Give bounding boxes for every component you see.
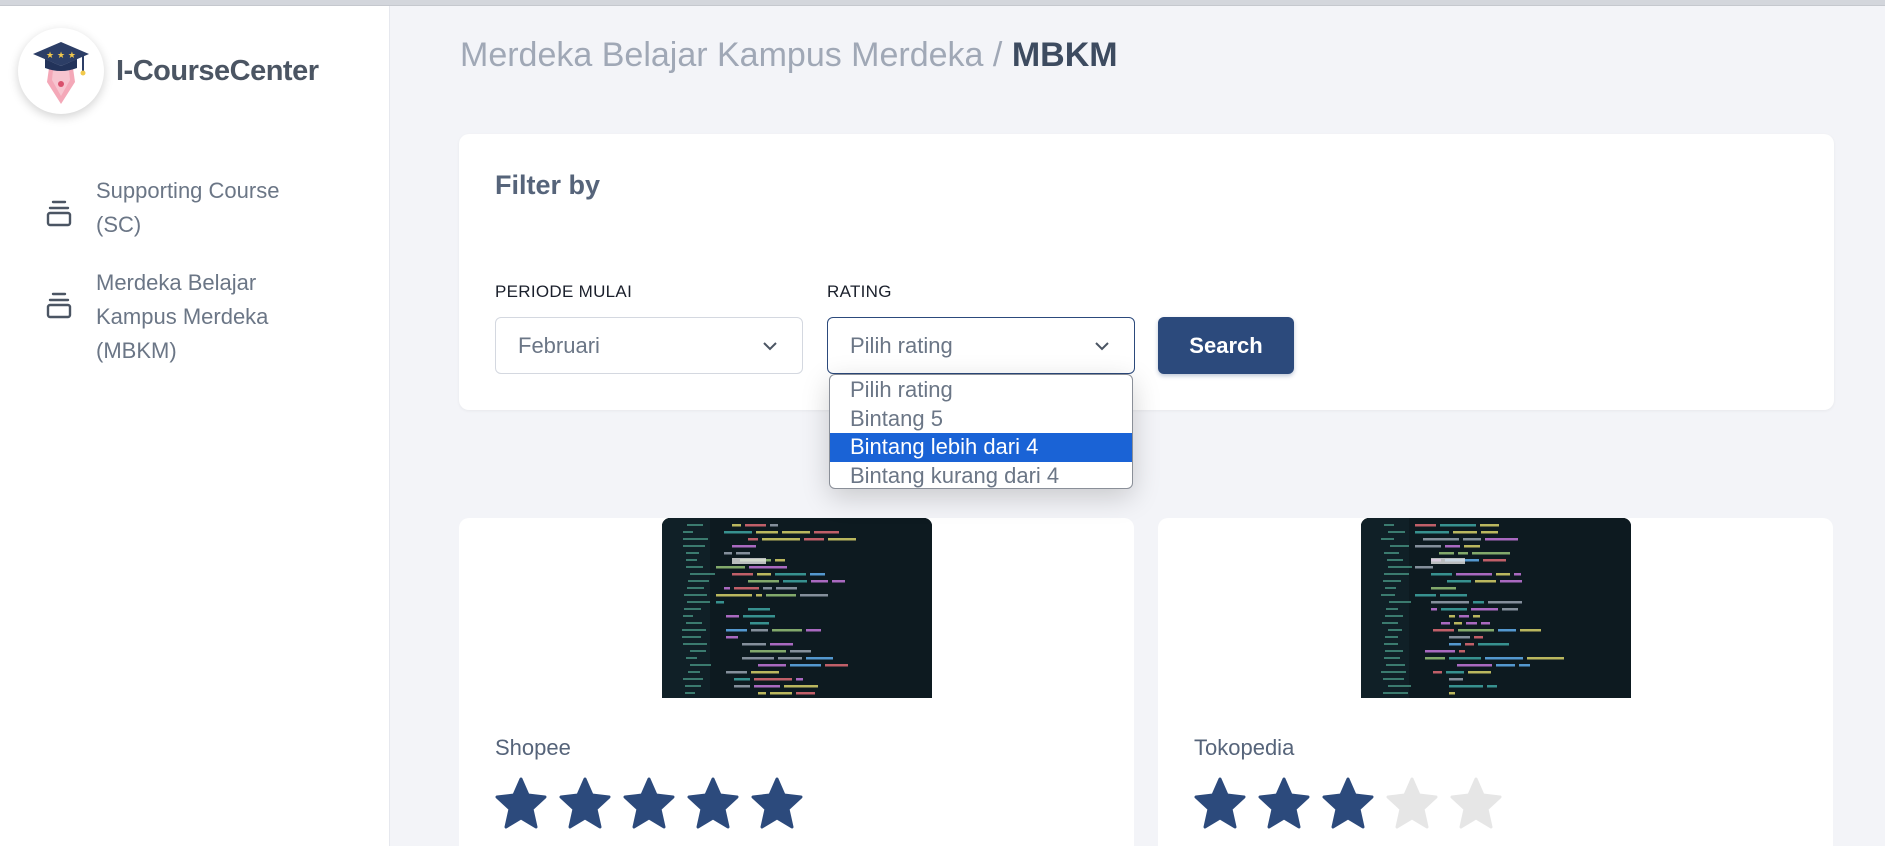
- rating-option[interactable]: Bintang 5: [830, 405, 1132, 434]
- code-screenshot-image: [1361, 518, 1631, 698]
- filter-title: Filter by: [495, 170, 601, 200]
- rating-option[interactable]: Bintang lebih dari 4: [830, 433, 1132, 462]
- star-rating: [493, 776, 813, 832]
- course-thumbnail: [662, 518, 932, 698]
- star-filled-icon: [1194, 777, 1246, 829]
- breadcrumb: Merdeka Belajar Kampus Merdeka / MBKM: [460, 36, 1118, 75]
- rating-label: RATING: [827, 282, 892, 301]
- sidebar-item-mbkm[interactable]: Merdeka Belajar Kampus Merdeka (MBKM): [44, 266, 374, 368]
- course-name: Tokopedia: [1194, 735, 1295, 760]
- sidebar-nav: Supporting Course (SC) Merdeka Belajar K…: [44, 174, 374, 392]
- sidebar-item-label: Supporting Course (SC): [96, 178, 280, 237]
- brand-name: I-CourseCenter: [116, 54, 319, 87]
- periode-select[interactable]: Februari: [495, 317, 803, 374]
- filter-card: Filter by PERIODE MULAI Februari RATING …: [459, 134, 1834, 410]
- star-empty-icon: [1386, 777, 1438, 829]
- brand-logo-link[interactable]: ★ ★ ★ I-CourseCenter: [18, 28, 319, 114]
- sidebar-item-label: Merdeka Belajar Kampus Merdeka (MBKM): [96, 270, 269, 363]
- rating-option[interactable]: Pilih rating: [830, 376, 1132, 405]
- star-filled-icon: [1258, 777, 1310, 829]
- course-card[interactable]: Tokopedia: [1158, 518, 1833, 846]
- stack-icon: [46, 292, 72, 319]
- course-card[interactable]: Shopee: [459, 518, 1134, 846]
- code-screenshot-image: [662, 518, 932, 698]
- svg-text:★ ★ ★: ★ ★ ★: [46, 51, 76, 61]
- star-rating: [1192, 776, 1512, 832]
- rating-option[interactable]: Bintang kurang dari 4: [830, 462, 1132, 489]
- star-filled-icon: [559, 777, 611, 829]
- periode-label: PERIODE MULAI: [495, 282, 633, 301]
- sidebar: ★ ★ ★ I-CourseCenter Supporting Course (…: [0, 6, 390, 846]
- star-filled-icon: [623, 777, 675, 829]
- rating-select[interactable]: Pilih rating: [827, 317, 1135, 374]
- rating-dropdown-list: Pilih rating Bintang 5 Bintang lebih dar…: [829, 374, 1133, 489]
- rating-select-value: Pilih rating: [850, 332, 953, 358]
- breadcrumb-current: MBKM: [1011, 36, 1118, 74]
- course-name: Shopee: [495, 735, 571, 760]
- star-filled-icon: [751, 777, 803, 829]
- star-empty-icon: [1450, 777, 1502, 829]
- chevron-down-icon: [1095, 342, 1109, 351]
- chevron-down-icon: [763, 342, 777, 351]
- star-filled-icon: [495, 777, 547, 829]
- logo: ★ ★ ★: [18, 28, 104, 114]
- search-button[interactable]: Search: [1158, 317, 1294, 374]
- star-filled-icon: [687, 777, 739, 829]
- stack-icon: [46, 200, 72, 227]
- course-thumbnail: [1361, 518, 1631, 698]
- star-filled-icon: [1322, 777, 1374, 829]
- sidebar-item-supporting-course[interactable]: Supporting Course (SC): [44, 174, 374, 242]
- breadcrumb-parent: Merdeka Belajar Kampus Merdeka /: [460, 36, 1003, 74]
- periode-select-value: Februari: [518, 332, 600, 358]
- graduation-cap-logo-icon: ★ ★ ★: [33, 42, 89, 104]
